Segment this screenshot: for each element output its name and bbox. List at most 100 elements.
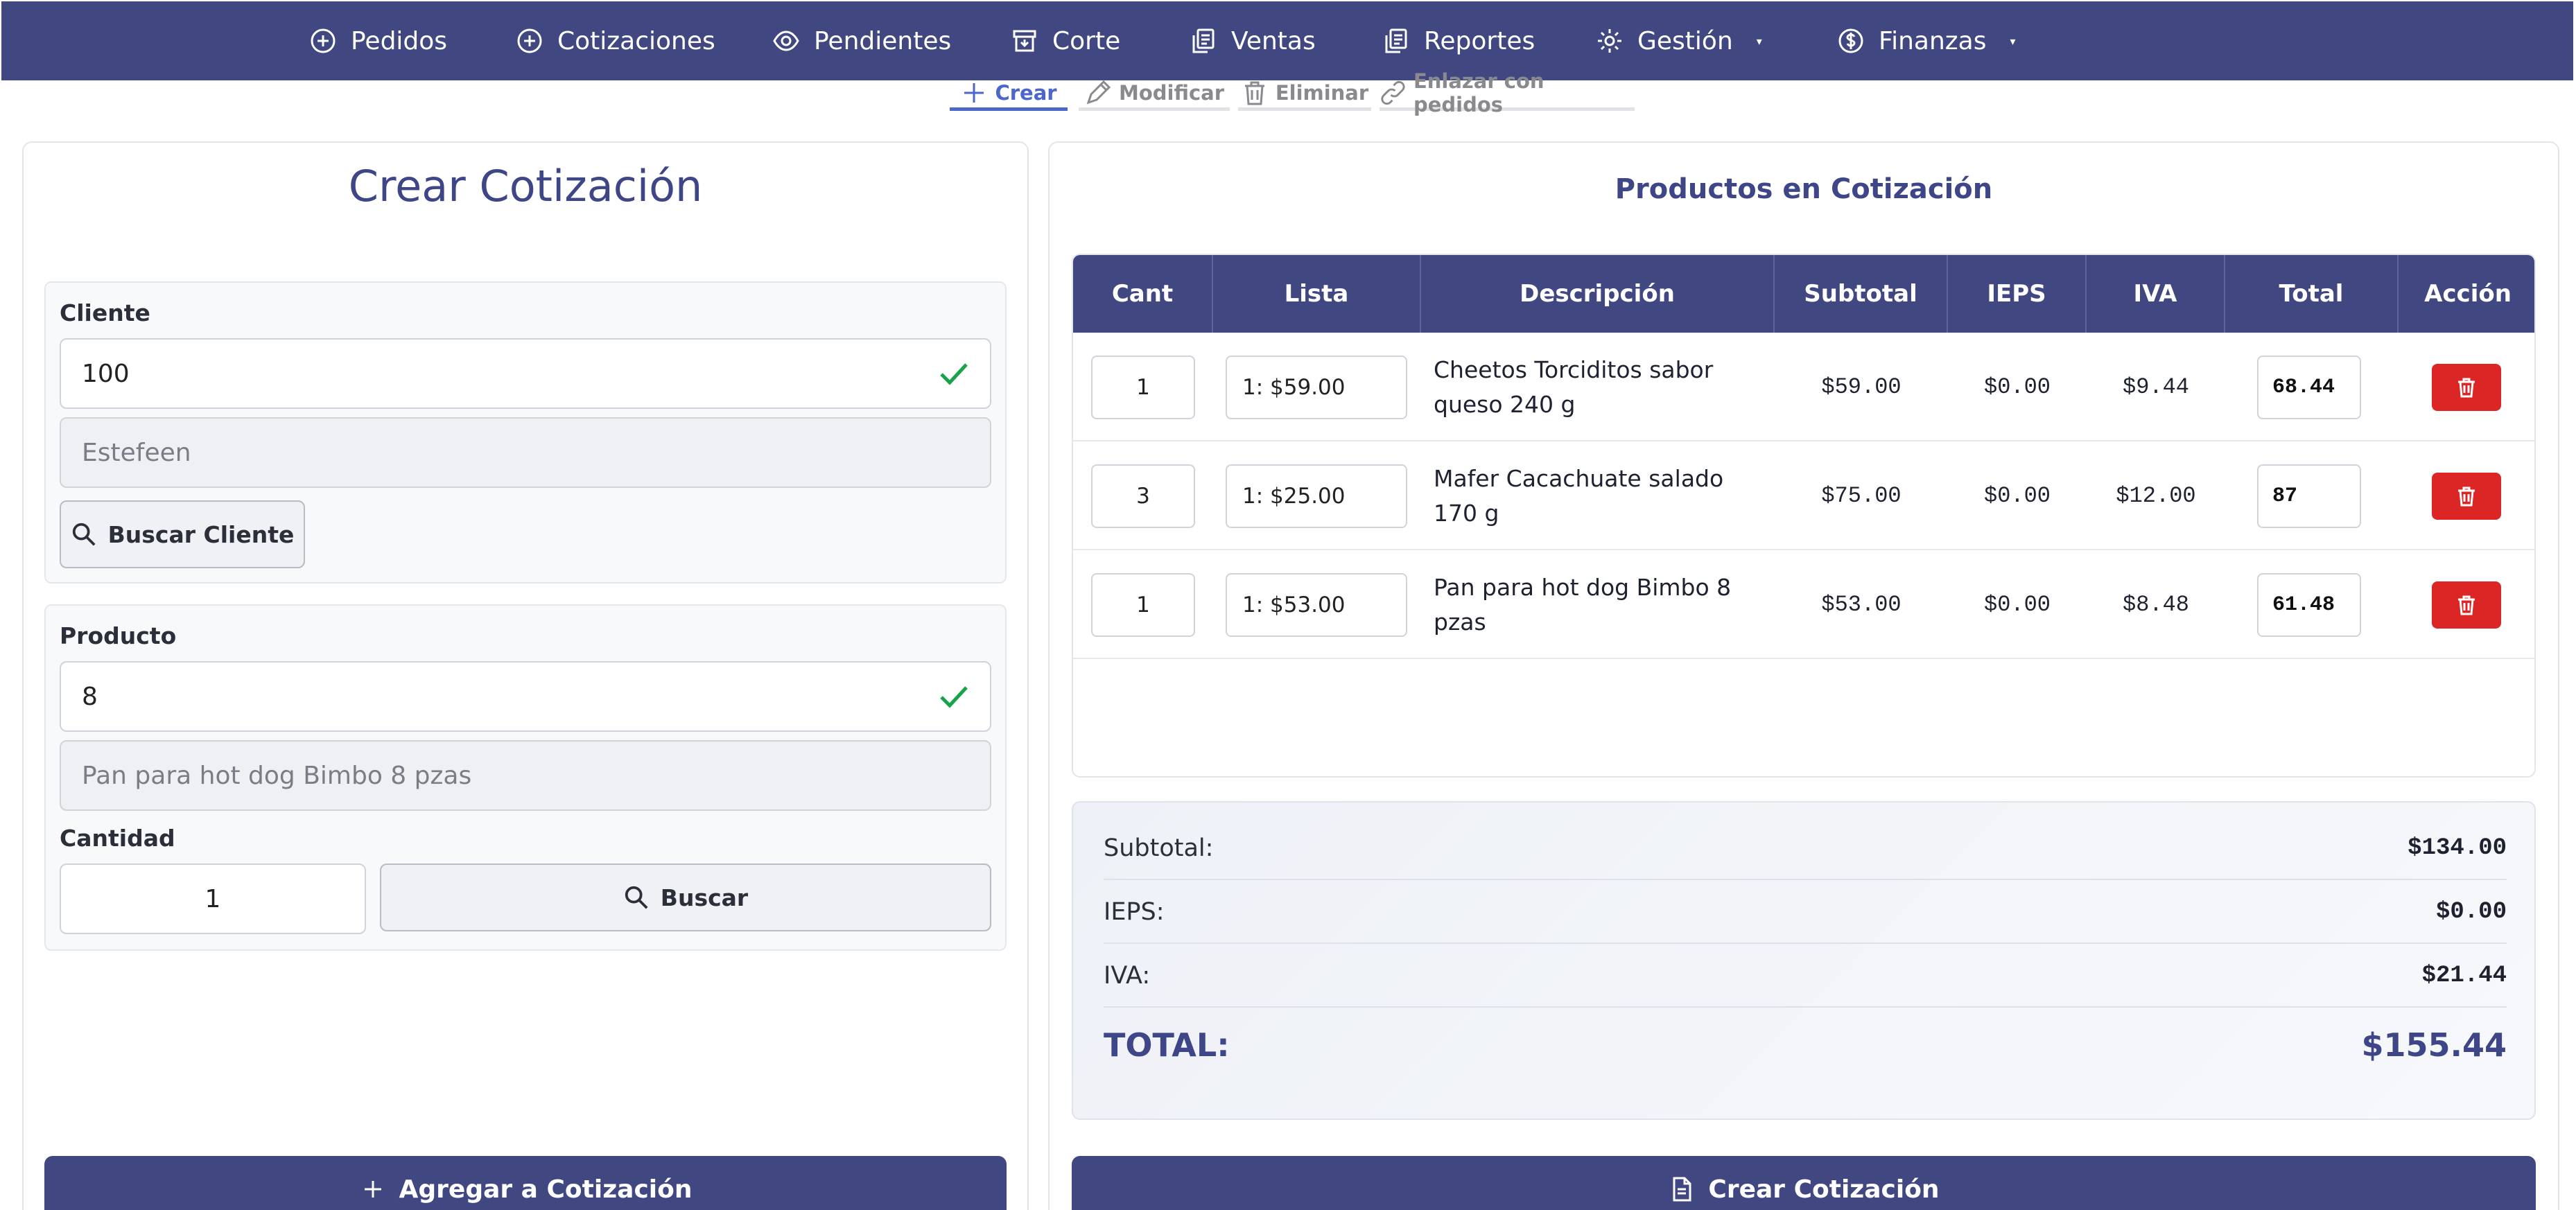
summary-subtotal-value: $134.00 [2408,835,2507,861]
iva-value: $8.48 [2122,592,2189,617]
client-name-value: Estefeen [82,438,191,467]
tab-eliminar[interactable]: Eliminar [1238,78,1371,111]
cliente-label: Cliente [60,299,150,326]
button-label: Crear Cotización [1708,1175,1940,1204]
iva-value: $9.44 [2122,374,2189,400]
documents-icon [1192,28,1215,53]
tab-label: Eliminar [1275,80,1369,105]
summary-total-row: TOTAL: $155.44 [1104,1010,2507,1080]
subtotal-value: $59.00 [1821,374,1901,400]
product-id-input[interactable]: 8 [60,661,991,732]
table-row: 1 1: $59.00 Cheetos Torciditos sabor que… [1073,333,2534,441]
section-title: Productos en Cotización [1615,173,1993,205]
qty-value: 1 [1136,593,1150,617]
chevron-down-icon: ▾ [2010,34,2016,48]
qty-input[interactable]: 3 [1091,464,1195,528]
client-id-input[interactable]: 100 [60,338,991,409]
col-iva: IVA [2087,255,2225,333]
summary-ieps-value: $0.00 [2435,899,2507,925]
tab-label: Modificar [1118,80,1225,105]
col-lista: Lista [1213,255,1421,333]
nav-finanzas[interactable]: Finanzas ▾ [1837,1,2016,80]
qty-value: 1 [1136,375,1150,400]
client-id-value: 100 [82,359,130,388]
trash-icon [2458,595,2475,615]
quantity-value: 1 [204,884,221,913]
button-label: Agregar a Cotización [399,1175,693,1204]
delete-row-button[interactable] [2432,473,2501,520]
total-input[interactable]: 87 [2257,464,2361,528]
summary-ieps-row: IEPS: $0.00 [1104,880,2507,944]
ieps-value: $0.00 [1983,374,2051,400]
total-value: 87 [2272,484,2298,508]
col-cant: Cant [1073,255,1213,333]
top-navbar: Pedidos Cotizaciones Pendientes Corte Ve… [1,1,2573,80]
search-client-button[interactable]: Buscar Cliente [60,500,305,568]
nav-pendientes[interactable]: Pendientes [772,1,951,80]
plus-circle-icon [517,28,542,53]
product-name-value: Pan para hot dog Bimbo 8 pzas [82,761,472,790]
col-ieps: IEPS [1948,255,2087,333]
summary-total-label: TOTAL: [1104,1026,1230,1064]
totals-summary: Subtotal: $134.00 IEPS: $0.00 IVA: $21.4… [1072,801,2536,1120]
qty-input[interactable]: 1 [1091,573,1195,637]
check-icon [940,363,968,385]
nav-label: Pedidos [351,26,448,55]
gear-icon [1598,29,1621,53]
check-icon [940,686,968,708]
summary-iva-value: $21.44 [2421,963,2507,989]
iva-value: $12.00 [2116,483,2196,509]
pencil-icon [1086,80,1111,104]
qty-input[interactable]: 1 [1091,356,1195,419]
delete-row-button[interactable] [2432,364,2501,411]
price-list-select[interactable]: 1: $59.00 [1226,356,1407,419]
col-subtotal: Subtotal [1775,255,1948,333]
plus-icon [364,1181,381,1198]
total-input[interactable]: 61.48 [2257,573,2361,637]
product-description: Mafer Cacachuate salado 170 g [1434,464,1724,527]
button-label: Buscar [660,884,749,911]
products-table: Cant Lista Descripción Subtotal IEPS IVA… [1072,254,2536,778]
page-title: Crear Cotización [348,161,703,211]
search-product-button[interactable]: Buscar [380,863,991,931]
add-to-quote-button[interactable]: Agregar a Cotización [44,1156,1007,1210]
summary-iva-label: IVA: [1104,962,1151,990]
dollar-circle-icon [1838,28,1863,53]
subtotal-value: $53.00 [1821,592,1901,617]
price-list-select[interactable]: 1: $25.00 [1226,464,1407,528]
price-list-select[interactable]: 1: $53.00 [1226,573,1407,637]
product-id-value: 8 [82,682,98,711]
summary-subtotal-row: Subtotal: $134.00 [1104,816,2507,880]
trash-icon [1244,81,1264,105]
nav-pedidos[interactable]: Pedidos [309,1,447,80]
cantidad-label: Cantidad [60,825,175,852]
summary-subtotal-label: Subtotal: [1104,834,1214,862]
product-name-field: Pan para hot dog Bimbo 8 pzas [60,740,991,811]
plus-circle-icon [311,28,336,53]
eye-icon [773,30,799,51]
tab-enlazar[interactable]: Enlazar con pedidos [1380,69,1635,116]
price-list-value: 1: $59.00 [1242,375,1346,400]
total-input[interactable]: 68.44 [2257,356,2361,419]
create-quote-button[interactable]: Crear Cotización [1072,1156,2536,1210]
col-descripcion: Descripción [1421,255,1775,333]
search-icon [625,886,648,909]
total-value: 61.48 [2272,593,2335,617]
producto-label: Producto [60,622,177,649]
tab-modificar[interactable]: Modificar [1079,78,1230,111]
table-row: 3 1: $25.00 Mafer Cacachuate salado 170 … [1073,441,2534,550]
ieps-value: $0.00 [1983,483,2051,509]
price-list-value: 1: $25.00 [1242,484,1346,509]
total-value: 68.44 [2272,376,2335,399]
summary-total-value: $155.44 [2361,1026,2507,1064]
table-row: 1 1: $53.00 Pan para hot dog Bimbo 8 pza… [1073,550,2534,659]
nav-label: Reportes [1424,26,1535,55]
delete-row-button[interactable] [2432,581,2501,629]
nav-ventas[interactable]: Ventas [1190,1,1316,80]
tab-crear[interactable]: Crear [950,78,1068,111]
plus-icon [964,82,984,103]
tab-label: Crear [995,80,1057,105]
nav-corte[interactable]: Corte [1011,1,1120,80]
nav-cotizaciones[interactable]: Cotizaciones [516,1,715,80]
quantity-input[interactable]: 1 [60,863,366,934]
